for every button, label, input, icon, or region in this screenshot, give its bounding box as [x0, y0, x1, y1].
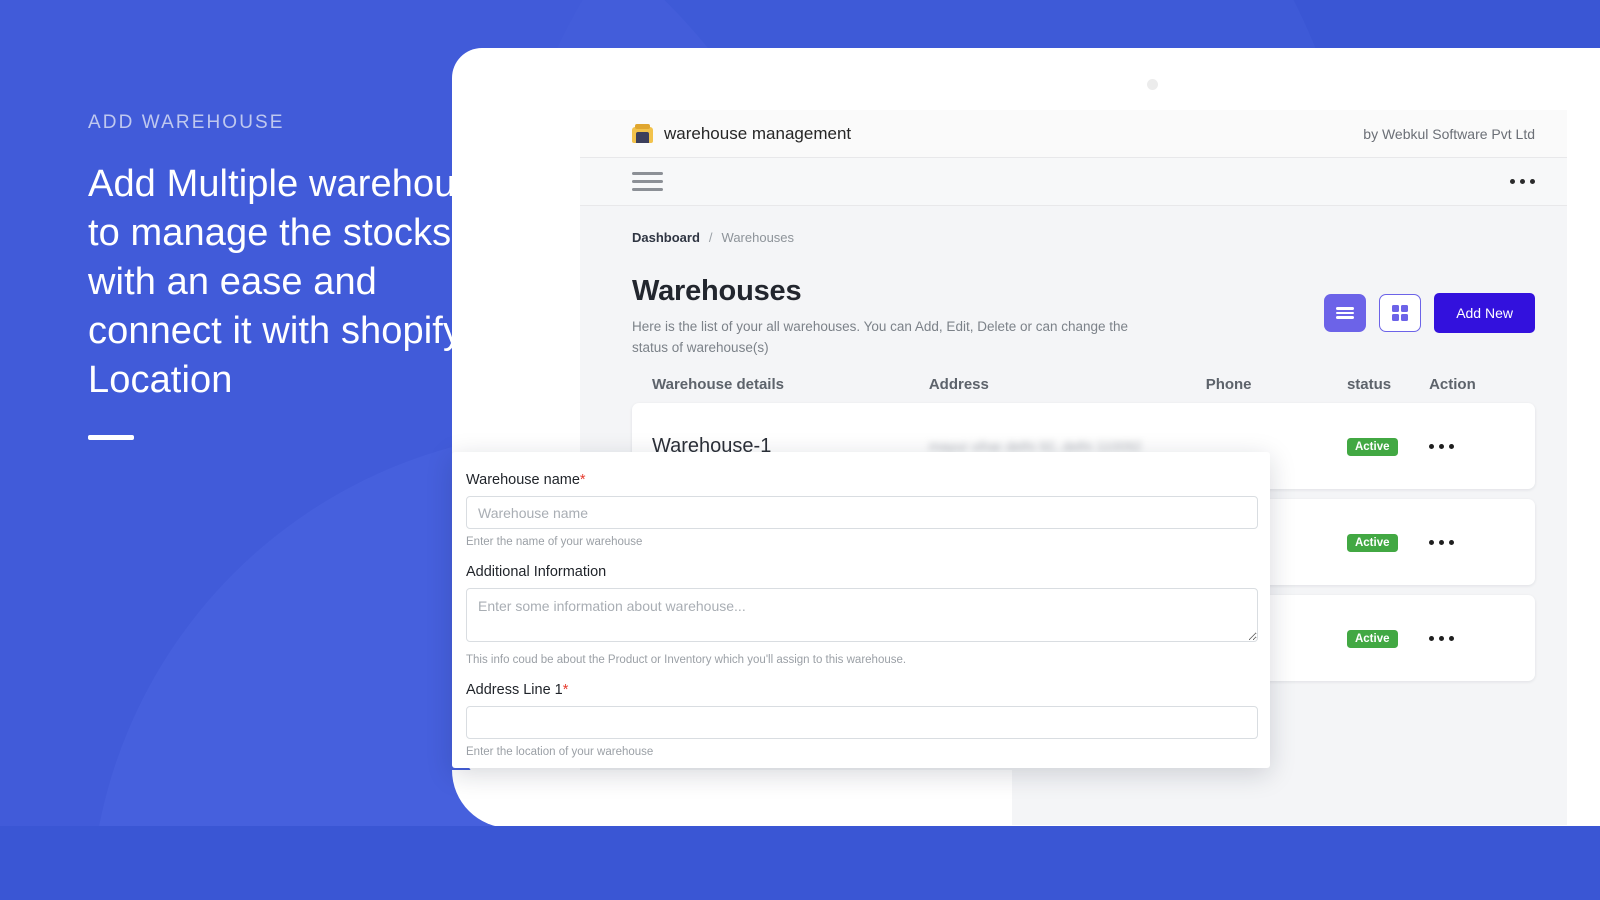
- breadcrumb-separator: /: [709, 230, 713, 245]
- column-header-address: Address: [929, 376, 1206, 393]
- add-warehouse-form: Warehouse name* Enter the name of your w…: [452, 452, 1270, 768]
- column-header-action: Action: [1429, 376, 1515, 393]
- page-subtitle: Here is the list of your all warehouses.…: [632, 316, 1152, 358]
- warehouse-emoji-icon: [632, 124, 653, 143]
- promo-eyebrow: ADD WAREHOUSE: [88, 112, 518, 134]
- top-right-blue-strip: [1560, 0, 1600, 48]
- warehouse-name-input[interactable]: [466, 496, 1258, 529]
- promo-underline-rule: [88, 435, 134, 440]
- address-line-1-input[interactable]: [466, 706, 1258, 739]
- address-line-1-label: Address Line 1*: [466, 682, 1258, 698]
- status-badge: Active: [1347, 534, 1398, 552]
- add-new-button[interactable]: Add New: [1434, 293, 1535, 333]
- app-brand-name: warehouse management: [664, 124, 851, 144]
- breadcrumb: Dashboard / Warehouses: [632, 230, 1535, 245]
- additional-information-help: This info coud be about the Product or I…: [466, 654, 1258, 666]
- app-brand: warehouse management: [632, 124, 851, 144]
- warehouse-name-help: Enter the name of your warehouse: [466, 536, 1258, 548]
- app-topbar: warehouse management by Webkul Software …: [580, 110, 1567, 158]
- hamburger-menu-icon[interactable]: [632, 172, 663, 191]
- status-badge: Active: [1347, 630, 1398, 648]
- additional-information-textarea[interactable]: [466, 588, 1258, 642]
- promo-banner: ADD WAREHOUSE Add Multiple warehouses to…: [0, 0, 1600, 900]
- status-badge: Active: [1347, 438, 1398, 456]
- row-status: Active: [1347, 437, 1429, 456]
- page-header-text: Warehouses Here is the list of your all …: [632, 275, 1152, 358]
- row-action: [1429, 540, 1515, 545]
- column-header-status: status: [1347, 376, 1429, 393]
- page-header-actions: Add New: [1324, 275, 1535, 333]
- additional-information-label: Additional Information: [466, 564, 1258, 580]
- breadcrumb-warehouses: Warehouses: [722, 230, 795, 245]
- breadcrumb-dashboard[interactable]: Dashboard: [632, 230, 700, 245]
- promo-copy: ADD WAREHOUSE Add Multiple warehouses to…: [88, 112, 518, 440]
- page-title: Warehouses: [632, 275, 1152, 308]
- field-address-line-1: Address Line 1* Enter the location of yo…: [466, 682, 1258, 758]
- table-header-row: Warehouse details Address Phone status A…: [632, 376, 1535, 393]
- field-warehouse-name: Warehouse name* Enter the name of your w…: [466, 472, 1258, 548]
- list-view-icon[interactable]: [1324, 294, 1366, 332]
- column-header-warehouse-details: Warehouse details: [652, 376, 929, 393]
- required-marker: *: [563, 682, 569, 698]
- row-status: Active: [1347, 629, 1429, 648]
- kebab-menu-icon[interactable]: [1510, 179, 1535, 184]
- sheet-bottom-curve: [452, 770, 1012, 828]
- row-status: Active: [1347, 533, 1429, 552]
- promo-headline: Add Multiple warehouses to manage the st…: [88, 160, 518, 405]
- column-header-phone: Phone: [1206, 376, 1347, 393]
- warehouse-name-label: Warehouse name*: [466, 472, 1258, 488]
- row-kebab-menu-icon[interactable]: [1429, 540, 1515, 545]
- address-line-1-help: Enter the location of your warehouse: [466, 746, 1258, 758]
- page-header: Warehouses Here is the list of your all …: [632, 275, 1535, 358]
- row-kebab-menu-icon[interactable]: [1429, 444, 1515, 449]
- app-byline: by Webkul Software Pvt Ltd: [1363, 126, 1535, 142]
- required-marker: *: [580, 472, 586, 488]
- grid-view-icon[interactable]: [1379, 294, 1421, 332]
- field-additional-information: Additional Information This info coud be…: [466, 564, 1258, 666]
- app-toolbar: [580, 158, 1567, 206]
- row-action: [1429, 444, 1515, 449]
- row-kebab-menu-icon[interactable]: [1429, 636, 1515, 641]
- row-action: [1429, 636, 1515, 641]
- bottom-blue-band: [0, 826, 1600, 900]
- camera-dot-icon: [1147, 79, 1158, 90]
